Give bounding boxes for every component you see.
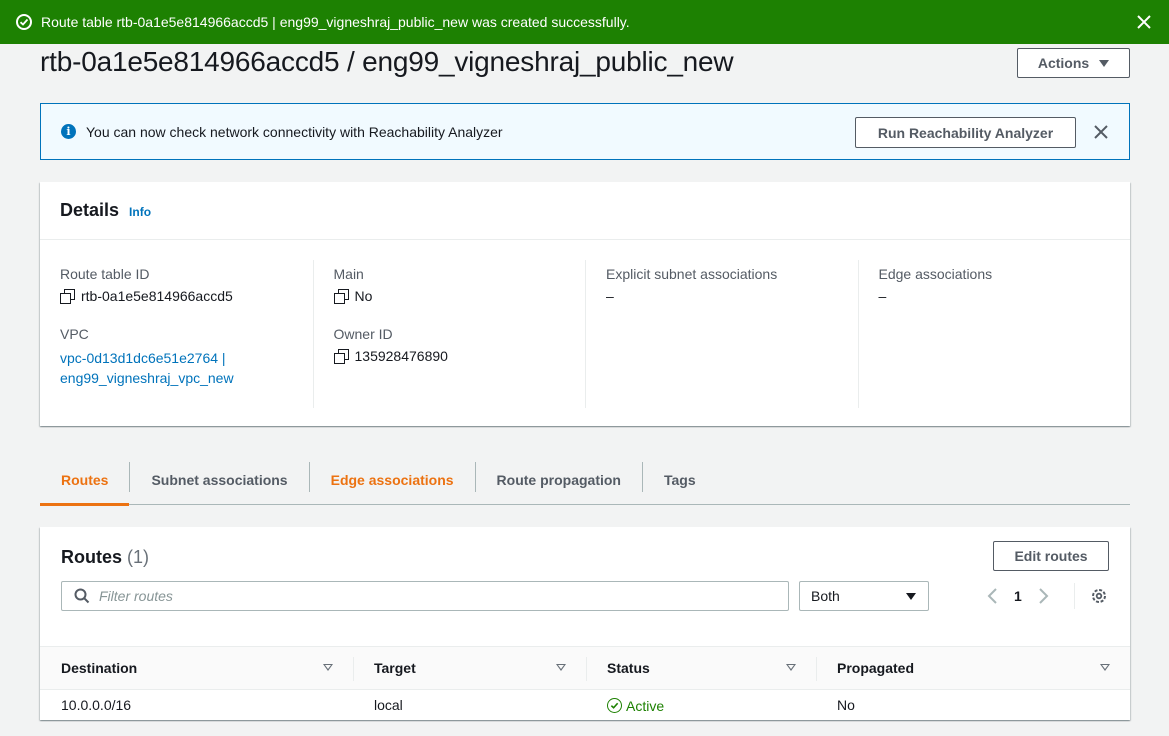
column-label: Status [607, 660, 650, 676]
pagination-divider [1074, 583, 1075, 609]
vpc-link-line1: vpc-0d13d1dc6e51e2764 | [60, 350, 226, 366]
routes-table: Destination Target Status Propagated 10.… [40, 646, 1130, 721]
success-check-icon [16, 14, 32, 30]
explicit-subnet-label: Explicit subnet associations [606, 266, 778, 282]
sort-caret-icon[interactable] [556, 664, 566, 671]
routes-title: Routes [61, 547, 123, 567]
edge-associations-value: – [878, 288, 887, 304]
owner-id-value: 135928476890 [354, 348, 448, 364]
details-panel: Details Info Route table ID rtb-0a1e5e81… [40, 182, 1130, 426]
tab-bar: Routes Subnet associations Edge associat… [40, 455, 1130, 506]
tab-routes[interactable]: Routes [40, 455, 130, 506]
route-table-id-label: Route table ID [60, 266, 150, 282]
cell-propagated: No [837, 697, 855, 714]
main-value: No [354, 288, 373, 304]
main-label: Main [333, 266, 364, 282]
column-label: Propagated [837, 660, 915, 676]
column-header-propagated[interactable]: Propagated [816, 646, 1130, 690]
caret-down-icon [906, 592, 916, 600]
search-icon [74, 588, 90, 604]
select-value: Both [811, 588, 840, 604]
routes-heading: Routes (1) [61, 547, 149, 568]
success-check-icon [607, 698, 622, 713]
details-header: Details Info [40, 182, 1130, 240]
explicit-subnet-value: – [606, 288, 614, 304]
table-row[interactable]: 10.0.0.0/16 local Active No [40, 690, 1130, 721]
vpc-label: VPC [60, 326, 89, 342]
column-header-target[interactable]: Target [353, 646, 586, 690]
edit-routes-button[interactable]: Edit routes [993, 541, 1109, 571]
copy-icon[interactable] [60, 289, 75, 304]
column-label: Target [374, 660, 416, 676]
details-column-2: Main No Owner ID 135928476890 [312, 260, 586, 408]
chevron-right-icon[interactable] [1036, 585, 1050, 607]
sort-caret-icon[interactable] [1100, 664, 1110, 671]
vpc-link-line2: eng99_vigneshraj_vpc_new [60, 370, 234, 386]
details-column-1: Route table ID rtb-0a1e5e814966accd5 VPC… [40, 260, 313, 408]
status-indicator: Active [607, 698, 664, 714]
column-header-status[interactable]: Status [586, 646, 816, 690]
info-icon: i [61, 124, 76, 139]
page-number[interactable]: 1 [1014, 588, 1022, 604]
routes-count: (1) [127, 547, 150, 567]
pagination: 1 [986, 585, 1050, 607]
gear-icon[interactable] [1090, 587, 1108, 605]
filter-routes-input[interactable] [99, 588, 749, 604]
run-reachability-analyzer-button[interactable]: Run Reachability Analyzer [855, 117, 1076, 148]
details-title: Details [60, 200, 120, 220]
cell-target: local [374, 697, 403, 714]
status-text: Active [626, 697, 665, 714]
filter-routes-field[interactable] [61, 581, 789, 611]
sort-caret-icon[interactable] [323, 664, 333, 671]
copy-icon[interactable] [333, 349, 349, 364]
actions-button[interactable]: Actions [1017, 48, 1130, 78]
cell-destination: 10.0.0.0/16 [61, 697, 132, 714]
reachability-info-alert: i You can now check network connectivity… [40, 103, 1130, 160]
table-header-row: Destination Target Status Propagated [40, 646, 1130, 690]
details-info-link[interactable]: Info [129, 205, 151, 219]
info-alert-close-icon[interactable] [1093, 124, 1109, 140]
details-column-4: Edge associations – [857, 260, 1131, 408]
tab-tags[interactable]: Tags [643, 455, 717, 505]
propagation-filter-select[interactable]: Both [799, 581, 929, 611]
flash-message: Route table rtb-0a1e5e814966accd5 | eng9… [41, 14, 630, 30]
column-label: Destination [61, 660, 138, 676]
details-column-3: Explicit subnet associations – [585, 260, 858, 408]
chevron-left-icon[interactable] [986, 585, 1000, 607]
route-table-id-value: rtb-0a1e5e814966accd5 [81, 288, 233, 304]
caret-down-icon [1099, 59, 1110, 67]
copy-icon[interactable] [333, 289, 349, 304]
routes-panel: Routes (1) Edit routes Both 1 Destinatio… [40, 527, 1130, 720]
tab-edge-associations[interactable]: Edge associations [310, 455, 475, 505]
actions-label: Actions [1037, 55, 1090, 71]
tab-subnet-associations[interactable]: Subnet associations [130, 455, 308, 505]
sort-caret-icon[interactable] [786, 664, 796, 671]
page-title: rtb-0a1e5e814966accd5 / eng99_vigneshraj… [40, 46, 734, 77]
tab-route-propagation[interactable]: Route propagation [476, 455, 642, 505]
info-alert-message: You can now check network connectivity w… [86, 123, 503, 140]
edge-associations-label: Edge associations [878, 266, 993, 282]
owner-id-label: Owner ID [333, 326, 393, 342]
flash-close-icon[interactable] [1135, 13, 1153, 31]
success-flash-bar: Route table rtb-0a1e5e814966accd5 | eng9… [0, 0, 1169, 44]
cell-status: Active [586, 690, 816, 721]
vpc-link[interactable]: vpc-0d13d1dc6e51e2764 | eng99_vigneshraj… [60, 348, 293, 388]
column-header-destination[interactable]: Destination [40, 646, 353, 690]
